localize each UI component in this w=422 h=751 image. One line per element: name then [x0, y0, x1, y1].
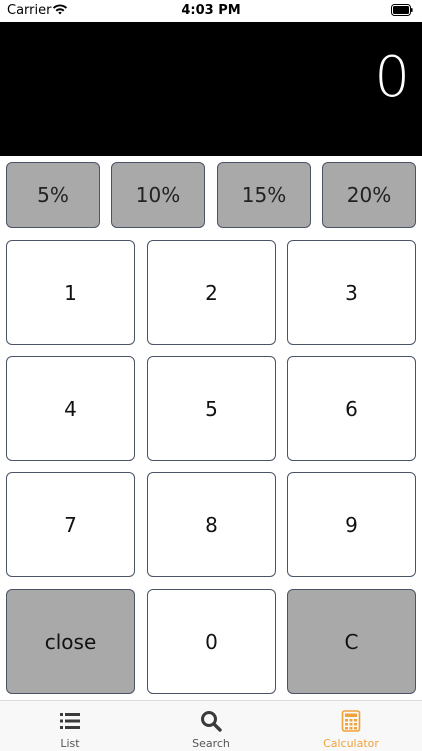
status-bar: Carrier 4:03 PM: [0, 0, 422, 22]
tab-calculator-label: Calculator: [323, 737, 379, 750]
tip-5-button[interactable]: 5%: [6, 162, 100, 228]
key-3[interactable]: 3: [287, 240, 416, 345]
tab-bar: List Search Calculator: [0, 700, 422, 751]
key-6[interactable]: 6: [287, 356, 416, 461]
tab-list-label: List: [60, 737, 80, 750]
tab-calculator[interactable]: Calculator: [281, 701, 421, 751]
tab-search-label: Search: [192, 737, 230, 750]
calculator-icon: [341, 710, 361, 732]
key-1[interactable]: 1: [6, 240, 135, 345]
tip-10-button[interactable]: 10%: [111, 162, 205, 228]
tab-list[interactable]: List: [0, 701, 140, 751]
key-5[interactable]: 5: [147, 356, 276, 461]
tab-search[interactable]: Search: [141, 701, 281, 751]
key-7[interactable]: 7: [6, 472, 135, 577]
key-9[interactable]: 9: [287, 472, 416, 577]
status-time: 4:03 PM: [181, 3, 241, 18]
display-value: 0: [374, 45, 410, 110]
search-icon: [201, 711, 222, 732]
list-icon: [60, 713, 80, 729]
key-8[interactable]: 8: [147, 472, 276, 577]
clear-button[interactable]: C: [287, 589, 416, 694]
battery-icon: [391, 4, 413, 16]
close-button[interactable]: close: [6, 589, 135, 694]
key-2[interactable]: 2: [147, 240, 276, 345]
key-0[interactable]: 0: [147, 589, 276, 694]
tip-15-button[interactable]: 15%: [217, 162, 311, 228]
tip-20-button[interactable]: 20%: [322, 162, 416, 228]
calculator-display: 0: [0, 22, 422, 156]
key-4[interactable]: 4: [6, 356, 135, 461]
